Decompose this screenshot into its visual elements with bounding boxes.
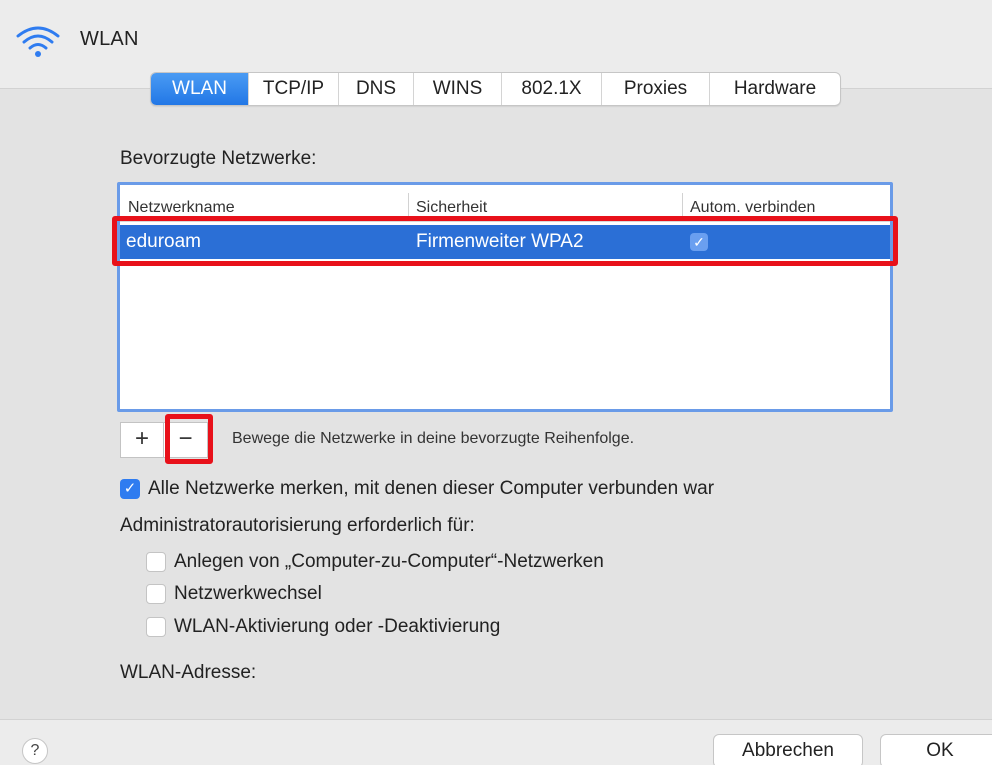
remember-networks-checkbox[interactable]: ✓ [120, 479, 140, 499]
titlebar: WLAN [0, 0, 992, 80]
annotation-highlight-remove [165, 414, 213, 464]
tab-dns[interactable]: DNS [339, 73, 414, 105]
ok-button[interactable]: OK [880, 734, 992, 765]
column-header-auto-connect[interactable]: Autom. verbinden [690, 199, 815, 217]
reorder-hint: Bewege die Netzwerke in deine bevorzugte… [232, 430, 635, 447]
cancel-button[interactable]: Abbrechen [713, 734, 863, 765]
admin-computer-to-computer-checkbox[interactable] [146, 552, 166, 572]
admin-option-wlan-toggle[interactable]: WLAN-Aktivierung oder -Deaktivierung [146, 616, 500, 638]
help-button[interactable]: ? [22, 738, 48, 764]
admin-wlan-toggle-checkbox[interactable] [146, 617, 166, 637]
footer-bar: ? Abbrechen OK [0, 720, 992, 765]
remember-networks-label: Alle Netzwerke merken, mit denen dieser … [148, 478, 715, 499]
column-header-network-name[interactable]: Netzwerkname [128, 199, 235, 217]
tab-hardware[interactable]: Hardware [710, 73, 840, 105]
remember-networks-option[interactable]: ✓ Alle Netzwerke merken, mit denen diese… [120, 478, 714, 500]
tab-wins[interactable]: WINS [414, 73, 502, 105]
admin-network-change-checkbox[interactable] [146, 584, 166, 604]
admin-computer-to-computer-label: Anlegen von „Computer-zu-Computer“-Netzw… [174, 551, 604, 572]
preferred-networks-label: Bevorzugte Netzwerke: [120, 148, 317, 169]
admin-option-network-change[interactable]: Netzwerkwechsel [146, 583, 322, 605]
tab-wlan[interactable]: WLAN [151, 73, 249, 105]
add-network-button[interactable]: + [120, 422, 164, 458]
admin-option-computer-to-computer[interactable]: Anlegen von „Computer-zu-Computer“-Netzw… [146, 551, 604, 573]
annotation-highlight-row [112, 216, 898, 266]
tab-tcpip[interactable]: TCP/IP [249, 73, 339, 105]
window-title: WLAN [80, 28, 139, 50]
wlan-address-label: WLAN-Adresse: [120, 662, 257, 683]
tab-proxies[interactable]: Proxies [602, 73, 710, 105]
tab-bar: WLAN TCP/IP DNS WINS 802.1X Proxies Hard… [150, 72, 841, 106]
tab-8021x[interactable]: 802.1X [502, 73, 602, 105]
wlan-settings-window: WLAN WLAN TCP/IP DNS WINS 802.1X Proxies… [0, 0, 992, 765]
admin-required-label: Administratorautorisierung erforderlich … [120, 515, 475, 536]
admin-wlan-toggle-label: WLAN-Aktivierung oder -Deaktivierung [174, 616, 501, 637]
wifi-icon [16, 26, 60, 57]
admin-network-change-label: Netzwerkwechsel [174, 583, 322, 604]
column-header-security[interactable]: Sicherheit [416, 199, 487, 217]
